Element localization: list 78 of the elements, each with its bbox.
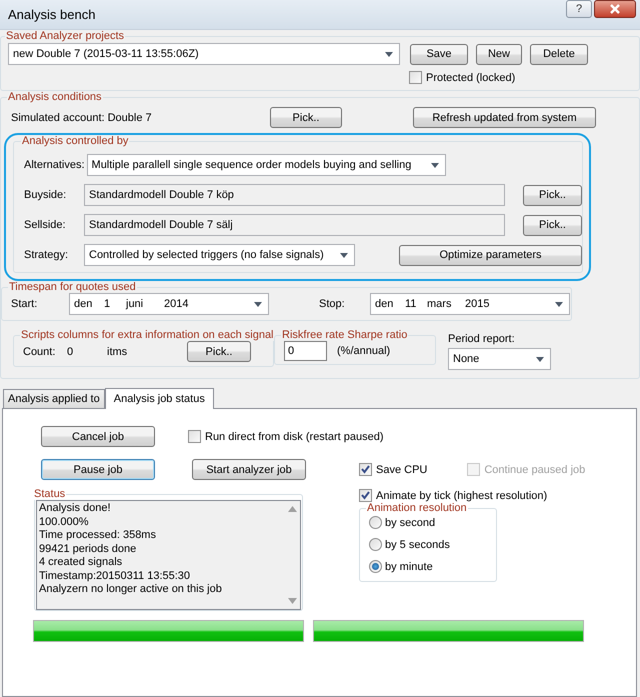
radio-button[interactable] [369,538,382,551]
close-icon [608,4,622,14]
pick-button[interactable]: Pick.. [523,184,582,206]
status-line: Timestamp:20150311 13:55:30 [39,570,192,583]
caret-icon [254,302,262,306]
caret-icon [340,252,348,258]
group-title: Analysis conditions [7,91,103,103]
window-title: Analysis bench [8,7,96,22]
caret-icon [555,302,563,306]
tab[interactable]: Analysis applied to [3,389,105,408]
project-combobox[interactable]: new Double 7 (2015-03-11 13:55:06Z) [8,43,400,65]
radio-button[interactable] [369,516,382,529]
alternatives-combobox[interactable]: Multiple parallell single sequence order models buying and selling [86,154,446,176]
optimize-button[interactable]: Optimize parameters [399,244,582,266]
count-label: Count: [23,346,56,358]
caret-icon [430,162,439,168]
date-picker[interactable]: den 11 mars 2015 [370,293,570,315]
unit-label: (%/annual) [337,345,390,357]
field-label: Sellside: [24,219,67,231]
checkbox-label: Protected (locked) [426,72,516,84]
buyside-field[interactable]: Standardmodell Double 7 köp [84,184,505,206]
radio-label: by second [385,516,436,528]
field-label: Period report: [448,333,516,345]
simulated-account-label: Simulated account: Double 7 [11,112,153,124]
checkbox-label: Animate by tick (highest resolution) [376,490,548,502]
riskfree-input[interactable]: 0 [284,341,327,361]
field-label: Buyside: [24,189,68,201]
sellside-field[interactable]: Standardmodell Double 7 sälj [84,214,505,236]
caret-icon [536,356,544,362]
group-title: Scripts columns for extra information on each signal [20,329,275,341]
checkbox[interactable] [359,463,372,476]
group-title: Animation resolution [366,502,468,514]
scroll-down-icon[interactable] [288,598,296,604]
pick-button[interactable]: Pick.. [523,214,582,236]
period-combobox[interactable]: None [448,348,551,370]
checkbox-label: Run direct from disk (restart paused) [205,430,384,442]
status-line: 100.000% [39,516,90,529]
group-title: Saved Analyzer projects [5,30,126,42]
count-unit: itms [107,346,128,358]
pick-button[interactable]: Pick.. [187,341,251,362]
group-title: Analysis controlled by [21,135,130,147]
project-button[interactable]: Delete [530,44,588,64]
radio-label: by minute [385,560,433,572]
radio-label: by 5 seconds [385,538,450,550]
checkbox[interactable] [188,430,201,443]
close-button[interactable] [594,0,636,18]
checkbox-label: Continue paused job [484,464,586,476]
status-line: Analyzern no longer active on this job [39,583,223,596]
project-button[interactable]: New [476,44,522,64]
status-line: Analysis done! [39,502,112,516]
tab[interactable]: Analysis job status [104,388,214,409]
count-value: 0 [67,346,74,358]
group-title: Timespan for quotes used [8,281,137,293]
checkbox[interactable] [359,489,372,502]
refresh-button[interactable]: Refresh updated from system [413,107,596,128]
status-line: Time processed: 358ms [39,529,157,542]
field-label: Start: [11,298,38,310]
field-label: Stop: [319,298,346,310]
caret-icon [385,52,393,56]
pause-job-button[interactable]: Pause job [41,459,155,480]
strategy-combobox[interactable]: Controlled by selected triggers (no false signals) [84,244,355,266]
status-list[interactable]: Analysis done! 100.000% Time processed: 358ms 99421 periods done 4 created signals Timestamp:20150311 13:55:30 Analyzern no longer active on this job [36,500,301,610]
scroll-up-icon[interactable] [288,506,296,512]
help-button[interactable]: ? [566,0,592,18]
status-line: 99421 periods done [39,542,138,556]
group-title: Status [33,488,66,500]
field-label: Strategy: [24,249,70,261]
field-label: Alternatives: [24,159,86,171]
start-job-button[interactable]: Start analyzer job [192,459,306,480]
radio-button[interactable] [369,560,382,573]
project-button[interactable]: Save [410,44,468,64]
group-title: Riskfree rate Sharpe ratio [281,329,408,341]
checkbox[interactable] [409,71,422,84]
date-picker[interactable]: den 1 juni 2014 [69,293,269,315]
checkbox-label: Save CPU [376,464,428,476]
status-line: 4 created signals [39,556,124,570]
pick-button[interactable]: Pick.. [270,107,342,128]
cancel-job-button[interactable]: Cancel job [41,426,155,447]
